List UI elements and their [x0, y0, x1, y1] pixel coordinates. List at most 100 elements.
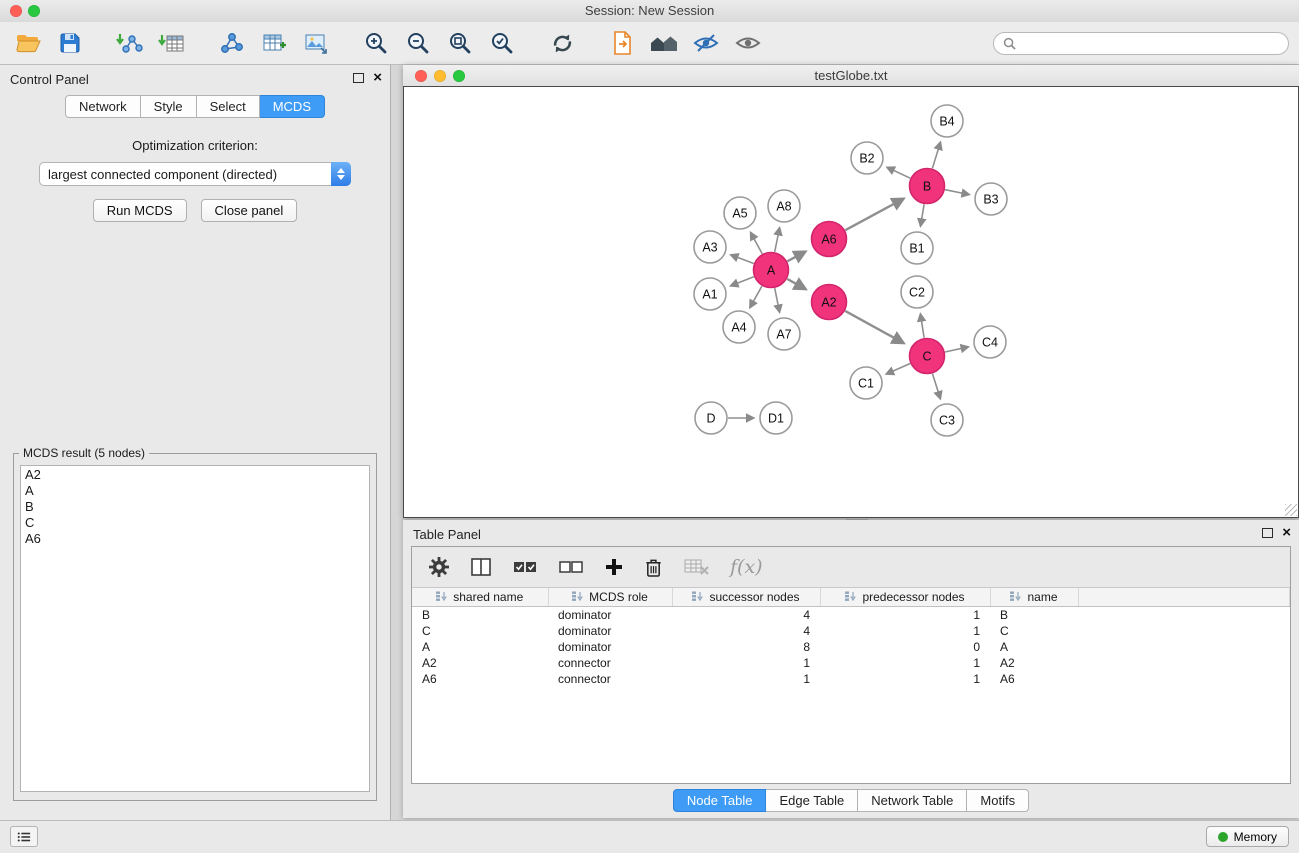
show-details-button[interactable]	[730, 25, 766, 61]
graph-edge-B-B1[interactable]	[921, 204, 925, 226]
graph-edge-C-C2[interactable]	[920, 314, 924, 338]
tab-edge-table[interactable]: Edge Table	[766, 789, 858, 812]
graph-node-B[interactable]: B	[910, 169, 945, 204]
column-header-MCDS-role[interactable]: MCDS role	[548, 588, 672, 607]
float-table-panel-icon[interactable]	[1262, 528, 1273, 538]
task-history-button[interactable]	[10, 826, 38, 847]
graph-node-D[interactable]: D	[695, 402, 727, 434]
network-canvas[interactable]: B4 B2 B B3 A5 A8 A6 B1 A3 A A1 C2 A2 A4 A7 C4 C C1 C3 D D1	[403, 86, 1299, 518]
column-header-shared-name[interactable]: shared name	[412, 588, 548, 607]
hide-details-button[interactable]	[688, 25, 724, 61]
mcds-result-item[interactable]: C	[25, 515, 365, 531]
import-table-button[interactable]	[154, 25, 190, 61]
open-panel-button[interactable]	[604, 25, 640, 61]
select-all-button[interactable]	[512, 557, 538, 577]
import-network-button[interactable]	[112, 25, 148, 61]
zoom-in-button[interactable]	[358, 25, 394, 61]
graph-node-A8[interactable]: A8	[768, 190, 800, 222]
search-box[interactable]	[993, 32, 1289, 55]
export-image-button[interactable]	[298, 25, 334, 61]
delete-table-button[interactable]	[683, 557, 710, 577]
add-row-button[interactable]	[604, 557, 624, 577]
graph-node-A6[interactable]: A6	[812, 222, 847, 257]
tab-select[interactable]: Select	[197, 95, 260, 118]
close-panel-icon[interactable]: ×	[373, 72, 382, 84]
graph-edge-A-A6[interactable]	[787, 252, 805, 262]
graph-node-A[interactable]: A	[754, 253, 789, 288]
mcds-result-item[interactable]: B	[25, 499, 365, 515]
column-header-predecessor-nodes[interactable]: predecessor nodes	[820, 588, 990, 607]
graph-edge-C-C1[interactable]	[886, 364, 910, 375]
graph-node-C2[interactable]: C2	[901, 276, 933, 308]
graph-edge-A-A4[interactable]	[750, 286, 762, 308]
graph-node-C4[interactable]: C4	[974, 326, 1006, 358]
refresh-layout-button[interactable]	[544, 25, 580, 61]
graph-node-B4[interactable]: B4	[931, 105, 963, 137]
tab-network-table[interactable]: Network Table	[858, 789, 967, 812]
graph-node-B2[interactable]: B2	[851, 142, 883, 174]
tab-mcds[interactable]: MCDS	[260, 95, 325, 118]
mcds-result-item[interactable]: A6	[25, 531, 365, 547]
table-row[interactable]: A6connector11A6	[412, 671, 1290, 687]
graph-edge-A-A3[interactable]	[731, 255, 754, 264]
network-window-titlebar[interactable]: testGlobe.txt	[403, 65, 1299, 87]
mcds-result-list[interactable]: A2ABCA6	[20, 465, 370, 792]
graph-edge-B-B4[interactable]	[932, 142, 940, 168]
save-session-button[interactable]	[52, 25, 88, 61]
graph-edge-A-A8[interactable]	[775, 228, 780, 252]
close-table-panel-icon[interactable]: ×	[1282, 527, 1291, 539]
graph-node-A3[interactable]: A3	[694, 231, 726, 263]
mcds-result-item[interactable]: A	[25, 483, 365, 499]
graph-node-C3[interactable]: C3	[931, 404, 963, 436]
graph-edge-A-A5[interactable]	[751, 232, 763, 253]
graph-node-A1[interactable]: A1	[694, 278, 726, 310]
graph-edge-C-C4[interactable]	[945, 347, 968, 352]
open-session-button[interactable]	[10, 25, 46, 61]
tab-style[interactable]: Style	[141, 95, 197, 118]
tab-motifs[interactable]: Motifs	[967, 789, 1029, 812]
column-header-name[interactable]: name	[990, 588, 1078, 607]
graph-edge-C-C3[interactable]	[933, 374, 941, 399]
tab-network[interactable]: Network	[65, 95, 141, 118]
zoom-fit-button[interactable]	[442, 25, 478, 61]
deselect-all-button[interactable]	[558, 557, 584, 577]
table-row[interactable]: Bdominator41B	[412, 607, 1290, 624]
graph-node-C[interactable]: C	[910, 339, 945, 374]
home-overview-button[interactable]	[646, 25, 682, 61]
column-header-successor-nodes[interactable]: successor nodes	[672, 588, 820, 607]
float-panel-icon[interactable]	[353, 73, 364, 83]
graph-edge-A-A1[interactable]	[731, 277, 754, 286]
criterion-dropdown[interactable]: largest connected component (directed)	[39, 162, 351, 186]
graph-node-A7[interactable]: A7	[768, 318, 800, 350]
graph-node-A2[interactable]: A2	[812, 285, 847, 320]
graph-edge-A-A7[interactable]	[775, 288, 780, 312]
delete-row-button[interactable]	[644, 557, 663, 578]
tab-node-table[interactable]: Node Table	[673, 789, 767, 812]
graph-edge-B-B2[interactable]	[887, 167, 910, 178]
graph-node-D1[interactable]: D1	[760, 402, 792, 434]
graph-edge-B-B3[interactable]	[945, 190, 969, 195]
table-settings-button[interactable]	[428, 556, 450, 578]
close-panel-button[interactable]: Close panel	[201, 199, 298, 222]
table-row[interactable]: A2connector11A2	[412, 655, 1290, 671]
graph-node-C1[interactable]: C1	[850, 367, 882, 399]
graph-node-B3[interactable]: B3	[975, 183, 1007, 215]
resize-grip[interactable]	[1285, 504, 1297, 516]
graph-edge-A6-B[interactable]	[845, 199, 903, 231]
new-network-button[interactable]	[214, 25, 250, 61]
new-table-button[interactable]	[256, 25, 292, 61]
function-builder-button[interactable]: f(x)	[730, 556, 763, 578]
show-columns-button[interactable]	[470, 556, 492, 578]
zoom-selected-button[interactable]	[484, 25, 520, 61]
graph-node-A4[interactable]: A4	[723, 311, 755, 343]
graph-edge-A2-C[interactable]	[845, 311, 904, 343]
search-input[interactable]	[1021, 35, 1279, 52]
graph-node-B1[interactable]: B1	[901, 232, 933, 264]
zoom-out-button[interactable]	[400, 25, 436, 61]
run-mcds-button[interactable]: Run MCDS	[93, 199, 187, 222]
graph-node-A5[interactable]: A5	[724, 197, 756, 229]
table-row[interactable]: Cdominator41C	[412, 623, 1290, 639]
table-row[interactable]: Adominator80A	[412, 639, 1290, 655]
mcds-result-item[interactable]: A2	[25, 467, 365, 483]
memory-button[interactable]: Memory	[1206, 826, 1289, 847]
